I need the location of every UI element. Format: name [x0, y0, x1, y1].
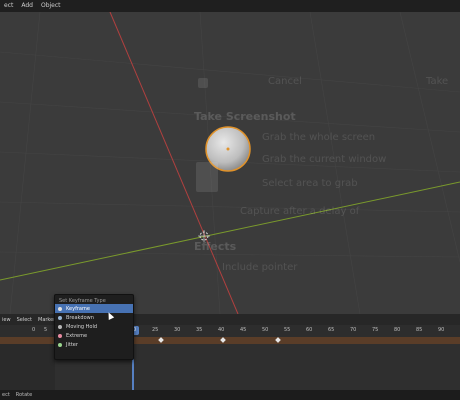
ruler-label: 35 [196, 327, 203, 333]
timeline-menu-view[interactable]: iew [2, 317, 11, 323]
menu-item-jitter[interactable]: Jitter [55, 340, 133, 349]
keyframe-type-menu: Set Keyframe Type Keyframe Breakdown Mov… [54, 294, 134, 360]
menu-title: Set Keyframe Type [59, 298, 106, 304]
jitter-icon [58, 342, 62, 347]
option-select-area[interactable]: Select area to grab [262, 178, 358, 189]
take-button[interactable]: Take [426, 76, 448, 87]
timeline-menu-marker[interactable]: Marker [38, 317, 55, 323]
menu-item-keyframe[interactable]: Keyframe [55, 304, 133, 313]
timeline-menu-select[interactable]: Select [17, 317, 32, 323]
ruler-label: 65 [328, 327, 335, 333]
menu-select[interactable]: ect [2, 0, 15, 12]
ruler-label: 30 [174, 327, 181, 333]
extreme-icon [58, 333, 62, 338]
effects-heading: Effects [194, 240, 237, 253]
dialog-title: Take Screenshot [194, 110, 296, 123]
header-bar: ect Add Object [0, 0, 460, 12]
ruler-label: 70 [350, 327, 357, 333]
menu-item-moving-hold[interactable]: Moving Hold [55, 322, 133, 331]
screenshot-icon [198, 78, 208, 88]
ruler-label: 85 [416, 327, 423, 333]
ruler-label: 80 [394, 327, 401, 333]
ruler-label: 0 [32, 327, 36, 333]
moving-hold-icon [58, 324, 62, 329]
menu-item-breakdown[interactable]: Breakdown [55, 313, 133, 322]
menu-item-label: Moving Hold [66, 323, 98, 330]
include-pointer-checkbox[interactable]: Include pointer [222, 262, 297, 273]
ruler-label: 25 [152, 327, 159, 333]
menu-item-label: Keyframe [66, 305, 90, 312]
menu-item-extreme[interactable]: Extreme [55, 331, 133, 340]
ruler-label: 90 [438, 327, 445, 333]
ruler-label: 75 [372, 327, 379, 333]
status-bar: ect Rotate [0, 390, 460, 400]
option-grab-window[interactable]: Grab the current window [262, 154, 386, 165]
window-icon [196, 162, 218, 192]
menu-item-label: Jitter [66, 341, 78, 348]
option-grab-screen[interactable]: Grab the whole screen [262, 132, 375, 143]
ruler-label: 5 [44, 327, 48, 333]
menu-item-label: Breakdown [66, 314, 94, 321]
ruler-label: 60 [306, 327, 313, 333]
ruler-label: 55 [284, 327, 291, 333]
delay-label: Capture after a delay of [240, 206, 360, 217]
ruler-label: 45 [240, 327, 247, 333]
channel-region [0, 344, 55, 390]
3d-viewport[interactable]: Cancel Take Take Screenshot Grab the who… [0, 12, 460, 314]
ruler-label: 40 [218, 327, 225, 333]
breakdown-icon [58, 315, 62, 320]
menu-object[interactable]: Object [39, 0, 63, 12]
sphere-origin [226, 147, 230, 151]
menu-add[interactable]: Add [19, 0, 35, 12]
menu-item-label: Extreme [66, 332, 88, 339]
status-item: Rotate [15, 392, 33, 398]
cancel-button[interactable]: Cancel [268, 76, 302, 87]
keyframe-icon [58, 306, 62, 311]
ruler-label: 50 [262, 327, 269, 333]
status-item: ect [2, 392, 10, 398]
